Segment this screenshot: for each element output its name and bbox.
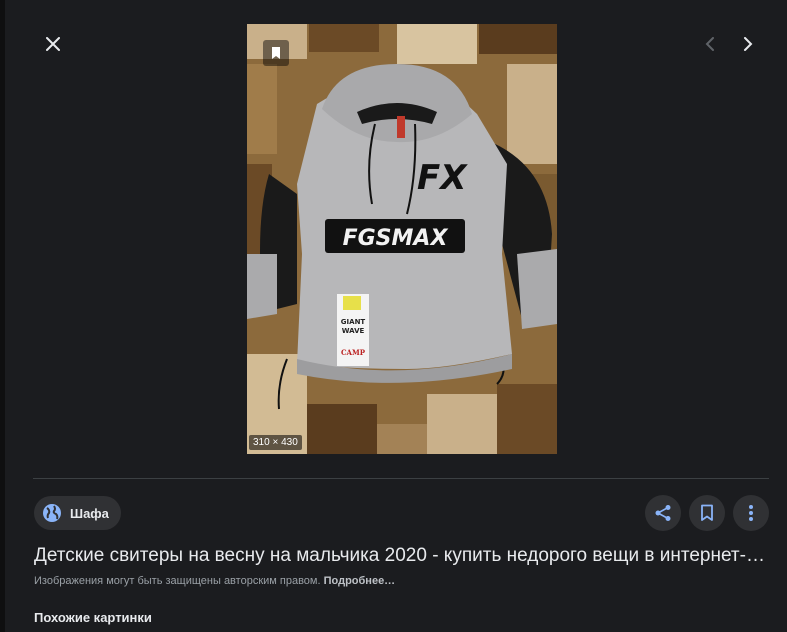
similar-images-heading: Похожие картинки: [34, 610, 152, 625]
previous-image-button[interactable]: [695, 29, 725, 59]
image-dimensions-badge: 310 × 430: [249, 435, 302, 450]
share-icon: [655, 505, 671, 521]
more-options-button[interactable]: [733, 495, 769, 531]
chevron-left-icon: [705, 37, 714, 51]
brand-print: FGSMAX: [343, 226, 449, 251]
learn-more-link[interactable]: Подробнее…: [324, 575, 396, 587]
image-bookmark-overlay[interactable]: [263, 40, 289, 66]
source-label: Шафа: [70, 505, 109, 521]
more-vert-icon: [749, 505, 753, 521]
source-chip[interactable]: Шафа: [34, 496, 121, 530]
result-title[interactable]: Детские свитеры на весну на мальчика 202…: [34, 545, 769, 567]
close-button[interactable]: [38, 29, 68, 59]
fx-logo: FX: [417, 158, 468, 198]
divider: [33, 478, 769, 479]
copyright-notice: Изображения могут быть защищены авторски…: [34, 575, 395, 587]
image-viewer-panel: FX FGSMAX GIANT WAVE CAMP 310 × 430 Шафа…: [5, 0, 787, 632]
tag-line-1: GIANT: [341, 318, 366, 326]
globe-icon: [42, 503, 62, 523]
share-button[interactable]: [645, 495, 681, 531]
preview-image[interactable]: FX FGSMAX GIANT WAVE CAMP 310 × 430: [247, 24, 557, 454]
copyright-text: Изображения могут быть защищены авторски…: [34, 575, 321, 587]
bookmark-icon: [272, 47, 280, 59]
tag-line-3: CAMP: [341, 348, 366, 357]
save-button[interactable]: [689, 495, 725, 531]
next-image-button[interactable]: [733, 29, 763, 59]
chevron-right-icon: [744, 37, 753, 51]
hoodie-photo: FX FGSMAX GIANT WAVE CAMP: [247, 24, 557, 454]
close-icon: [46, 37, 60, 51]
bookmark-icon: [701, 504, 713, 521]
tag-line-2: WAVE: [342, 327, 365, 335]
